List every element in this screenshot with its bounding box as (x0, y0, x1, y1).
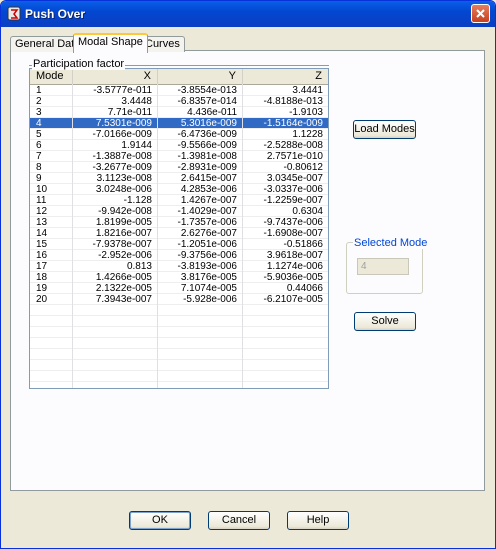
selected-mode-label: Selected Mode (353, 237, 429, 249)
column-divider (242, 84, 243, 388)
column-header-z[interactable]: Z (243, 69, 328, 84)
column-header-y[interactable]: Y (158, 69, 243, 84)
row-divider (30, 381, 328, 382)
close-icon (476, 9, 485, 18)
column-header-mode[interactable]: Mode (30, 69, 73, 84)
column-divider (72, 84, 73, 388)
tab-modal-shape[interactable]: Modal Shape (73, 33, 148, 53)
push-over-dialog: Push Over General Data Modal Shape Curve… (0, 0, 496, 549)
window-title: Push Over (25, 7, 86, 21)
selected-mode-field[interactable]: 4 (357, 258, 409, 275)
participation-table[interactable]: Mode X Y Z 1 -3.5777e-011 -3.8554e-013 3.44… (29, 68, 329, 389)
ok-button[interactable]: OK (129, 511, 191, 530)
help-button[interactable]: Help (287, 511, 349, 530)
solve-button[interactable]: Solve (354, 312, 416, 331)
load-modes-button[interactable]: Load Modes (353, 120, 416, 139)
participation-factor-label: Participation factor (32, 58, 126, 70)
column-header-x[interactable]: X (73, 69, 158, 84)
column-divider (157, 84, 158, 388)
cancel-button[interactable]: Cancel (208, 511, 270, 530)
app-icon (7, 6, 21, 21)
title-bar[interactable]: Push Over (1, 1, 495, 27)
table-header: Mode X Y Z (30, 69, 328, 85)
close-button[interactable] (471, 4, 490, 23)
